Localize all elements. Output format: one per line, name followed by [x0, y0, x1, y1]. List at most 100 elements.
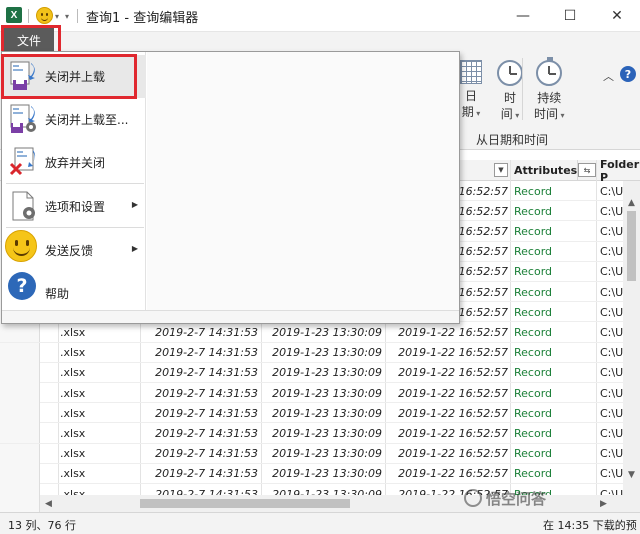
- date-accessed-cell[interactable]: 2019-2-7 14:31:53: [140, 464, 260, 484]
- duration-button[interactable]: 持续 时间 ▾: [534, 57, 565, 124]
- status-row-count: 13 列、76 行: [8, 519, 76, 532]
- date-created-cell[interactable]: 2019-1-22 16:52:57: [386, 464, 510, 484]
- attributes-cell[interactable]: Record: [510, 302, 596, 322]
- scroll-down-icon[interactable]: ▼: [623, 466, 640, 483]
- date-accessed-cell[interactable]: 2019-2-7 14:31:53: [140, 322, 260, 342]
- extension-cell[interactable]: .xlsx: [58, 343, 140, 363]
- titlebar-separator: [77, 9, 78, 23]
- table-row[interactable]: .xlsx2019-2-7 14:31:532019-1-23 13:30:09…: [0, 423, 640, 444]
- column-type-icon[interactable]: ⇆: [578, 163, 596, 177]
- column-header-attributes[interactable]: Attributes: [510, 160, 578, 181]
- date-modified-cell[interactable]: 2019-1-23 13:30:09: [262, 322, 384, 342]
- date-modified-cell[interactable]: 2019-1-23 13:30:09: [262, 343, 384, 363]
- date-modified-cell[interactable]: 2019-1-23 13:30:09: [262, 383, 384, 403]
- date-accessed-cell[interactable]: 2019-2-7 14:31:53: [140, 403, 260, 423]
- date-modified-cell[interactable]: 2019-1-23 13:30:09: [262, 464, 384, 484]
- file-menu-panel: [147, 52, 459, 310]
- scrollbar-thumb[interactable]: [140, 499, 350, 508]
- date-created-cell[interactable]: 2019-1-22 16:52:57: [386, 343, 510, 363]
- submenu-arrow-icon: ▶: [131, 200, 138, 209]
- attributes-cell[interactable]: Record: [510, 444, 596, 464]
- date-accessed-cell[interactable]: 2019-2-7 14:31:53: [140, 383, 260, 403]
- table-row[interactable]: .xlsx2019-2-7 14:31:532019-1-23 13:30:09…: [0, 322, 640, 343]
- extension-cell[interactable]: .xlsx: [58, 423, 140, 443]
- scroll-up-icon[interactable]: ▲: [623, 194, 640, 211]
- menu-item-options-settings[interactable]: 选项和设置 ▶: [2, 185, 146, 228]
- attributes-cell[interactable]: Record: [510, 464, 596, 484]
- customize-quick-access-icon[interactable]: ▾: [65, 0, 69, 32]
- attributes-cell[interactable]: Record: [510, 181, 596, 201]
- close-button[interactable]: ✕: [594, 0, 640, 32]
- extension-cell[interactable]: .xlsx: [58, 383, 140, 403]
- collapse-ribbon-icon[interactable]: ︿: [603, 68, 614, 84]
- attributes-cell[interactable]: Record: [510, 242, 596, 262]
- time-button[interactable]: 时 间 ▾: [497, 60, 523, 124]
- row-number-cell[interactable]: [0, 362, 40, 383]
- maximize-button[interactable]: ☐: [547, 0, 593, 32]
- date-created-cell[interactable]: 2019-1-22 16:52:57: [386, 403, 510, 423]
- attributes-cell[interactable]: Record: [510, 322, 596, 342]
- table-row[interactable]: .xlsx2019-2-7 14:31:532019-1-23 13:30:09…: [0, 463, 640, 484]
- attributes-cell[interactable]: Record: [510, 201, 596, 221]
- row-number-cell[interactable]: [0, 443, 40, 464]
- menu-item-discard-and-close[interactable]: 放弃并关闭: [2, 141, 146, 184]
- date-modified-cell[interactable]: 2019-1-23 13:30:09: [262, 423, 384, 443]
- clock-icon: [497, 60, 523, 86]
- date-modified-cell[interactable]: 2019-1-23 13:30:09: [262, 363, 384, 383]
- row-number-cell[interactable]: [0, 322, 40, 343]
- extension-cell[interactable]: .xlsx: [58, 363, 140, 383]
- date-modified-cell[interactable]: 2019-1-23 13:30:09: [262, 444, 384, 464]
- extension-cell[interactable]: .xlsx: [58, 322, 140, 342]
- extension-cell[interactable]: .xlsx: [58, 403, 140, 423]
- date-button[interactable]: 日 期 ▾: [460, 60, 482, 122]
- date-accessed-cell[interactable]: 2019-2-7 14:31:53: [140, 363, 260, 383]
- attributes-cell[interactable]: Record: [510, 383, 596, 403]
- filter-dropdown-icon[interactable]: ▼: [494, 163, 508, 177]
- row-number-cell[interactable]: [0, 342, 40, 363]
- scrollbar-thumb[interactable]: [627, 211, 636, 281]
- row-number-cell[interactable]: [0, 403, 40, 424]
- date-accessed-cell[interactable]: 2019-2-7 14:31:53: [140, 444, 260, 464]
- date-created-cell[interactable]: 2019-1-22 16:52:57: [386, 423, 510, 443]
- attributes-cell[interactable]: Record: [510, 343, 596, 363]
- attributes-cell[interactable]: Record: [510, 262, 596, 282]
- attributes-cell[interactable]: Record: [510, 423, 596, 443]
- help-icon[interactable]: ?: [620, 66, 636, 82]
- row-number-cell[interactable]: [0, 463, 40, 484]
- table-row[interactable]: .xlsx2019-2-7 14:31:532019-1-23 13:30:09…: [0, 383, 640, 404]
- table-row[interactable]: .xlsx2019-2-7 14:31:532019-1-23 13:30:09…: [0, 403, 640, 424]
- attributes-cell[interactable]: Record: [510, 403, 596, 423]
- extension-cell[interactable]: .xlsx: [58, 464, 140, 484]
- date-created-cell[interactable]: 2019-1-22 16:52:57: [386, 322, 510, 342]
- title-bar: X ▾ ▾ 查询1 - 查询编辑器 — ☐ ✕: [0, 0, 640, 32]
- row-number-cell[interactable]: [0, 383, 40, 403]
- ribbon-separator: [522, 58, 523, 120]
- attributes-cell[interactable]: Record: [510, 363, 596, 383]
- date-created-cell[interactable]: 2019-1-22 16:52:57: [386, 444, 510, 464]
- date-accessed-cell[interactable]: 2019-2-7 14:31:53: [140, 423, 260, 443]
- row-number-cell[interactable]: [0, 423, 40, 444]
- table-row[interactable]: .xlsx2019-2-7 14:31:532019-1-23 13:30:09…: [0, 443, 640, 464]
- scroll-left-icon[interactable]: ◀: [40, 495, 57, 512]
- menu-item-close-and-load-to[interactable]: 关闭并上载至...: [2, 98, 146, 141]
- scroll-right-icon[interactable]: ▶: [595, 495, 612, 512]
- table-row[interactable]: .xlsx2019-2-7 14:31:532019-1-23 13:30:09…: [0, 362, 640, 383]
- watermark: 悟空问答: [486, 490, 547, 508]
- excel-icon[interactable]: X: [6, 7, 22, 23]
- column-header-folder-path[interactable]: Folder P: [596, 158, 640, 184]
- date-accessed-cell[interactable]: 2019-2-7 14:31:53: [140, 343, 260, 363]
- vertical-scrollbar[interactable]: ▲ ▼: [623, 181, 640, 512]
- smiley-icon: [5, 230, 37, 262]
- attributes-cell[interactable]: Record: [510, 282, 596, 302]
- watermark-logo: [464, 489, 482, 507]
- smiley-icon[interactable]: [36, 7, 53, 24]
- date-created-cell[interactable]: 2019-1-22 16:52:57: [386, 383, 510, 403]
- date-created-cell[interactable]: 2019-1-22 16:52:57: [386, 363, 510, 383]
- minimize-button[interactable]: —: [500, 0, 546, 32]
- attributes-cell[interactable]: Record: [510, 221, 596, 241]
- row-number-cell[interactable]: [0, 484, 40, 504]
- date-modified-cell[interactable]: 2019-1-23 13:30:09: [262, 403, 384, 423]
- extension-cell[interactable]: .xlsx: [58, 444, 140, 464]
- menu-item-label: 帮助: [45, 287, 70, 301]
- table-row[interactable]: .xlsx2019-2-7 14:31:532019-1-23 13:30:09…: [0, 342, 640, 363]
